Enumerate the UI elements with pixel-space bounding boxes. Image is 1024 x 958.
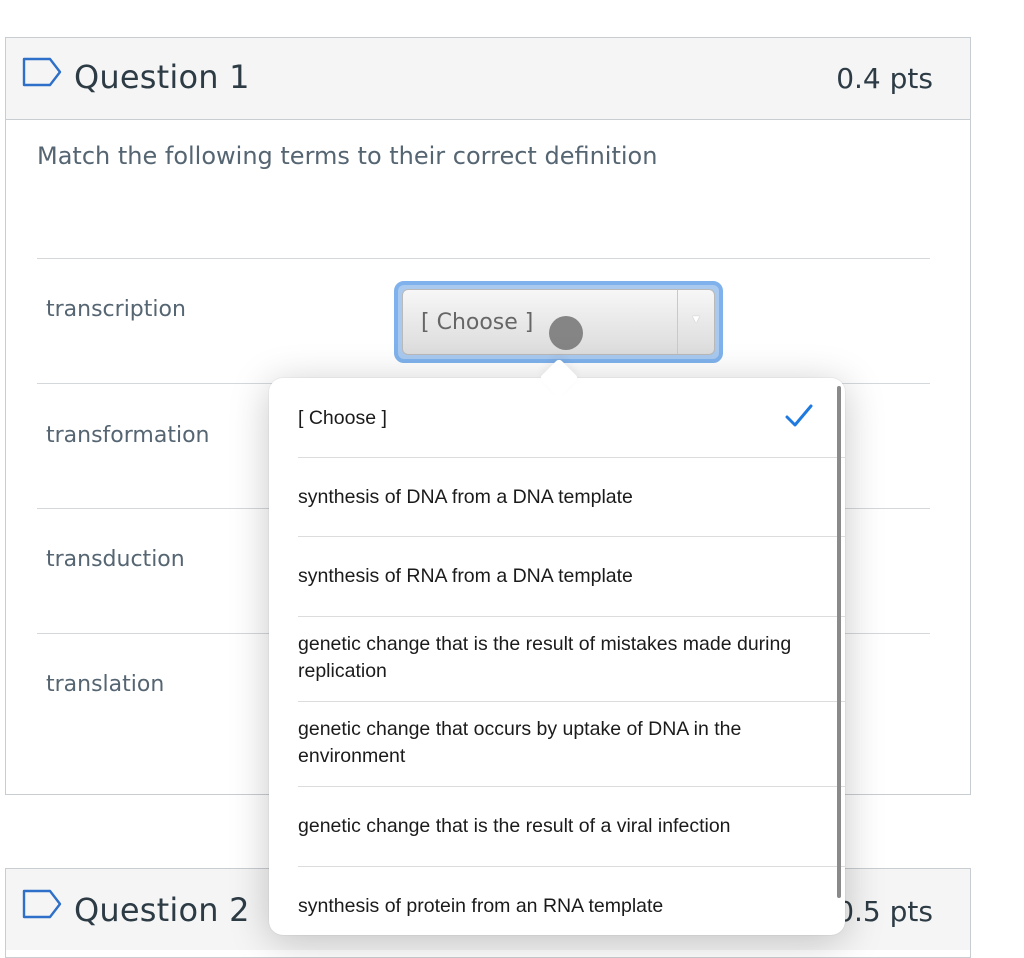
match-term-label: transformation	[46, 423, 210, 448]
question-title: Question 2	[74, 891, 250, 929]
option-label: synthesis of DNA from a DNA template	[298, 486, 633, 508]
dropdown-option[interactable]: synthesis of RNA from a DNA template	[298, 537, 845, 617]
question-prompt: Match the following terms to their corre…	[37, 142, 658, 170]
question-points: 0.4 pts	[836, 62, 933, 95]
check-icon	[785, 404, 813, 427]
scrollbar[interactable]	[837, 386, 841, 898]
dropdown-option[interactable]: synthesis of protein from an RNA templat…	[298, 867, 845, 935]
dropdown-option-choose[interactable]: [ Choose ]	[298, 378, 845, 458]
option-label: [ Choose ]	[298, 407, 387, 429]
question-1-header: Question 1 0.4 pts	[6, 38, 970, 120]
flag-icon[interactable]	[22, 889, 62, 919]
dropdown-option[interactable]: genetic change that is the result of mis…	[298, 617, 845, 702]
option-label: genetic change that is the result of a v…	[298, 815, 731, 837]
dropdown-option[interactable]: genetic change that is the result of a v…	[298, 787, 845, 867]
flag-icon[interactable]	[22, 57, 62, 87]
match-term-label: transduction	[46, 547, 185, 572]
match-term-label: transcription	[46, 297, 186, 322]
option-label: genetic change that is the result of mis…	[298, 633, 792, 682]
dropdown-option[interactable]: synthesis of DNA from a DNA template	[298, 458, 845, 537]
dropdown-option[interactable]: genetic change that occurs by uptake of …	[298, 702, 845, 787]
caret-down-icon: ▼	[690, 312, 702, 326]
match-term-label: translation	[46, 672, 165, 697]
dropdown-options-list[interactable]: [ Choose ] synthesis of DNA from a DNA t…	[269, 378, 845, 935]
question-points: 0.5 pts	[836, 895, 933, 928]
option-label: synthesis of protein from an RNA templat…	[298, 895, 664, 917]
option-label: synthesis of RNA from a DNA template	[298, 565, 633, 587]
select-divider	[677, 290, 678, 354]
select-value: [ Choose ]	[421, 310, 534, 335]
question-title: Question 1	[74, 58, 250, 96]
option-label: genetic change that occurs by uptake of …	[298, 718, 742, 767]
touch-indicator	[549, 316, 583, 350]
dropdown-popover[interactable]: [ Choose ] synthesis of DNA from a DNA t…	[269, 358, 845, 935]
